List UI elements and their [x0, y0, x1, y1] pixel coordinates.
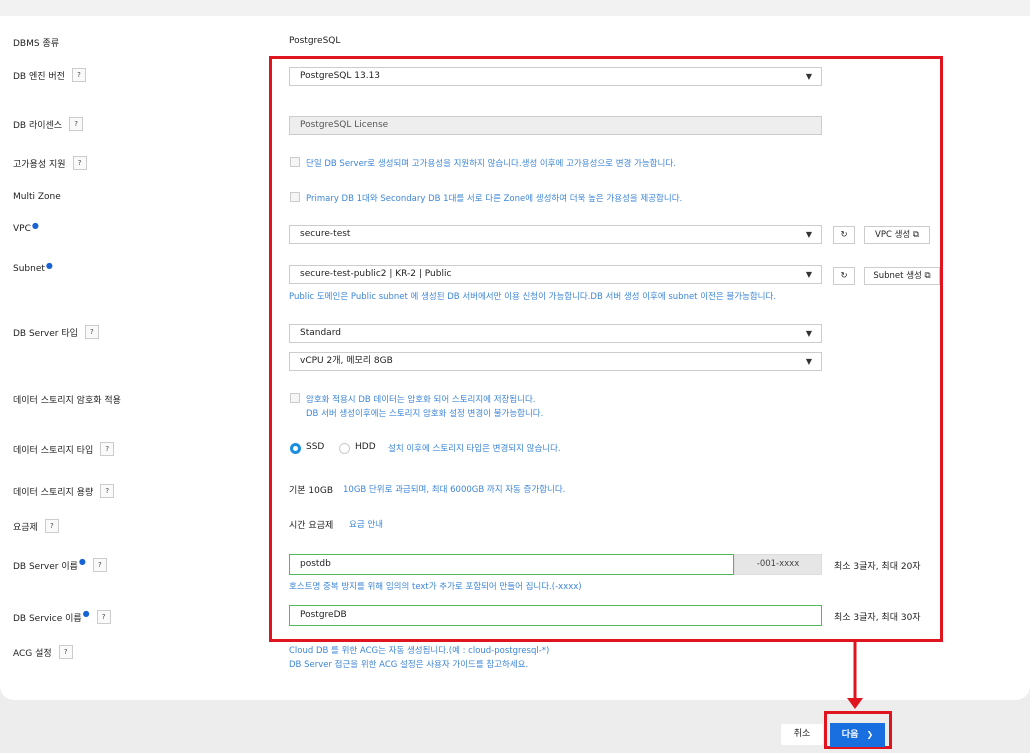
- required-dot-icon: ●: [78, 556, 86, 566]
- license-label: DB 라이센스?: [13, 117, 84, 131]
- help-icon[interactable]: ?: [100, 484, 115, 498]
- server-type-label: DB Server 타입?: [13, 325, 99, 339]
- help-icon[interactable]: ?: [58, 645, 73, 659]
- help-icon[interactable]: ?: [44, 519, 59, 533]
- storage-type-label: 데이터 스토리지 타입?: [13, 442, 115, 456]
- help-icon[interactable]: ?: [69, 117, 84, 131]
- cancel-button[interactable]: 취소: [781, 724, 823, 745]
- help-icon[interactable]: ?: [71, 68, 86, 82]
- dbms-value: PostgreSQL: [289, 36, 341, 46]
- top-strip: [0, 0, 1030, 16]
- help-icon[interactable]: ?: [100, 442, 115, 456]
- multizone-label: Multi Zone: [13, 192, 61, 202]
- engine-label: DB 엔진 버전?: [13, 68, 86, 82]
- help-icon[interactable]: ?: [92, 558, 107, 572]
- vpc-label: VPC ●: [13, 220, 39, 235]
- required-dot-icon: ●: [45, 260, 53, 270]
- pricing-label: 요금제?: [13, 519, 59, 533]
- help-icon[interactable]: ?: [96, 610, 111, 624]
- dbms-label: DBMS 종류: [13, 39, 60, 49]
- service-name-label: DB Service 이름 ●?: [13, 608, 111, 624]
- next-button[interactable]: 다음 ❯: [830, 723, 885, 747]
- help-icon[interactable]: ?: [84, 325, 99, 339]
- acg-label: ACG 설정?: [13, 645, 73, 659]
- highlight-box: [269, 56, 943, 642]
- acg-line1: Cloud DB 를 위한 ACG는 자동 생성됩니다.(예 : cloud-p…: [289, 646, 550, 656]
- chevron-right-icon: ❯: [866, 730, 874, 739]
- subnet-label: Subnet ●: [13, 260, 53, 275]
- server-name-label: DB Server 이름 ●?: [13, 556, 107, 572]
- required-dot-icon: ●: [82, 608, 90, 618]
- storage-size-label: 데이터 스토리지 용량?: [13, 484, 115, 498]
- acg-line2: DB Server 접근을 위한 ACG 설정은 사용자 가이드를 참고하세요.: [289, 660, 529, 670]
- required-dot-icon: ●: [31, 220, 39, 230]
- encrypt-label: 데이터 스토리지 암호화 적용: [13, 396, 121, 406]
- ha-label: 고가용성 지원?: [13, 156, 87, 170]
- help-icon[interactable]: ?: [72, 156, 87, 170]
